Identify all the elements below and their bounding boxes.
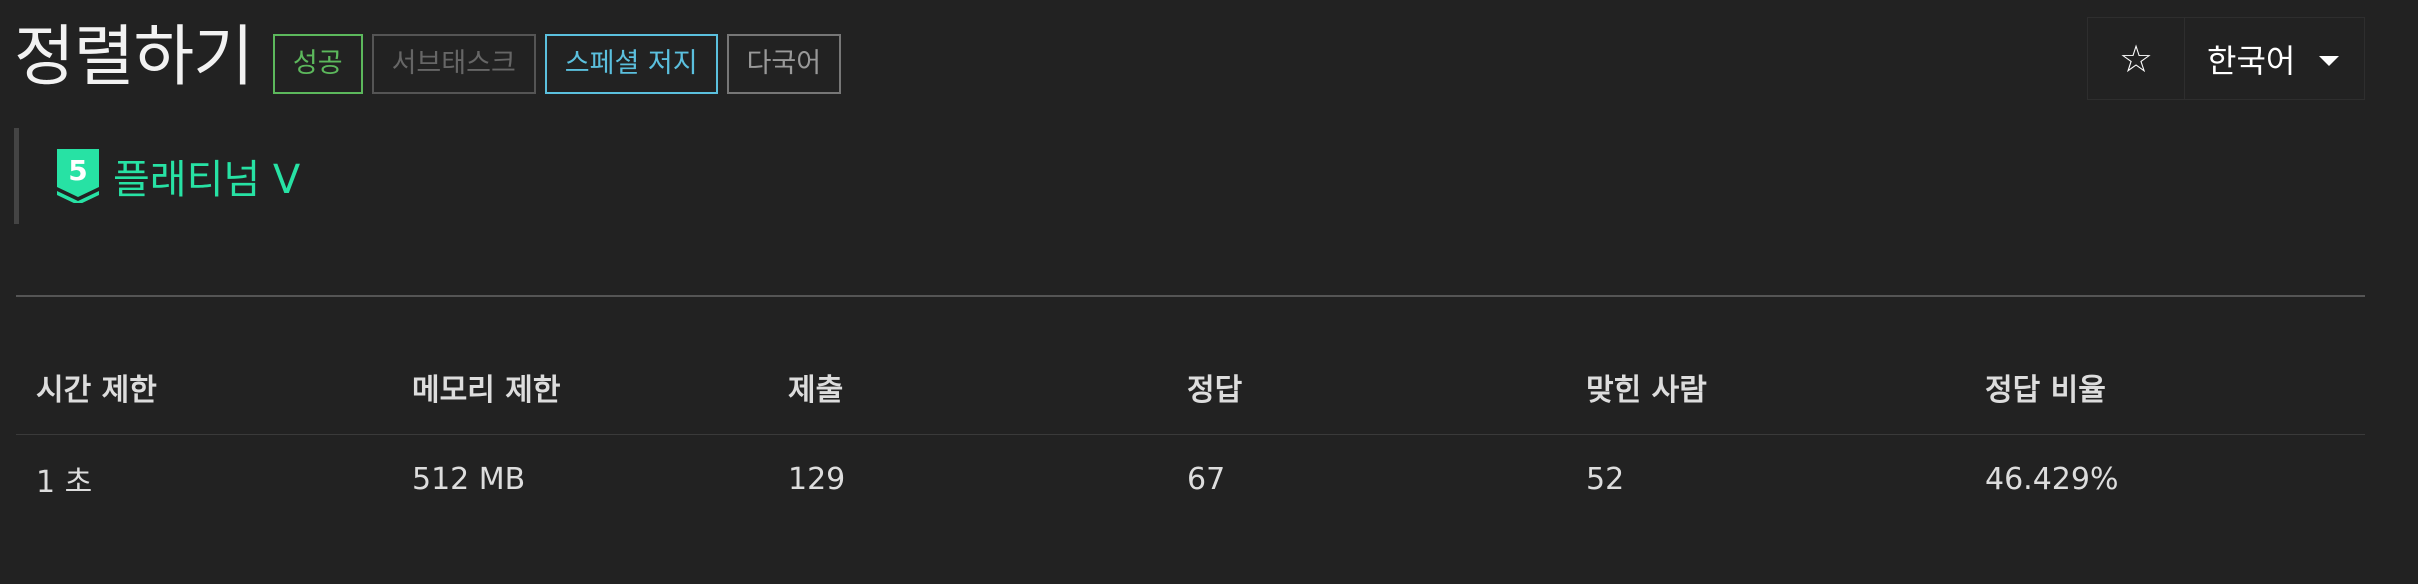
header-accept-ratio: 정답 비율	[1965, 340, 2365, 435]
title-row: 정렬하기 성공 서브태스크 스페셜 저지 다국어	[14, 14, 850, 100]
cell-accepted[interactable]: 67	[1167, 435, 1566, 524]
language-label: 한국어	[2207, 41, 2296, 80]
tier-icon: 5	[57, 149, 99, 203]
header-accepted: 정답	[1167, 340, 1566, 435]
language-select[interactable]: 한국어	[2185, 18, 2364, 99]
header-memory-limit: 메모리 제한	[392, 340, 768, 435]
cell-solvers[interactable]: 52	[1566, 435, 1965, 524]
badge-special-judge: 스페셜 저지	[544, 34, 718, 94]
tier-level-text: 5	[68, 154, 87, 187]
table-header-row: 시간 제한 메모리 제한 제출 정답 맞힌 사람 정답 비율	[16, 340, 2365, 435]
badge-subtask: 서브태스크	[371, 34, 536, 94]
header-time-limit: 시간 제한	[16, 340, 392, 435]
header-solvers: 맞힌 사람	[1566, 340, 1965, 435]
page-title: 정렬하기	[14, 18, 254, 95]
problem-info-table: 시간 제한 메모리 제한 제출 정답 맞힌 사람 정답 비율 1 초 512 M…	[16, 340, 2365, 523]
header-submissions: 제출	[768, 340, 1167, 435]
top-right-controls: ☆ 한국어	[2087, 17, 2365, 100]
divider	[16, 295, 2365, 297]
tier-block: 5 플래티넘 V	[14, 128, 300, 224]
badge-success: 성공	[272, 34, 363, 94]
cell-accept-ratio: 46.429%	[1985, 461, 2119, 497]
badge-multilang[interactable]: 다국어	[726, 34, 842, 94]
star-icon: ☆	[2118, 36, 2154, 81]
cell-submissions[interactable]: 129	[768, 435, 1167, 524]
cell-time-limit: 1 초	[36, 465, 93, 500]
cell-memory-limit: 512 MB	[412, 461, 526, 497]
tier-label[interactable]: 플래티넘 V	[113, 147, 300, 205]
caret-down-icon	[2319, 55, 2340, 66]
table-row: 1 초 512 MB 129 67 52 46.429%	[16, 435, 2365, 524]
star-button[interactable]: ☆	[2088, 18, 2185, 99]
